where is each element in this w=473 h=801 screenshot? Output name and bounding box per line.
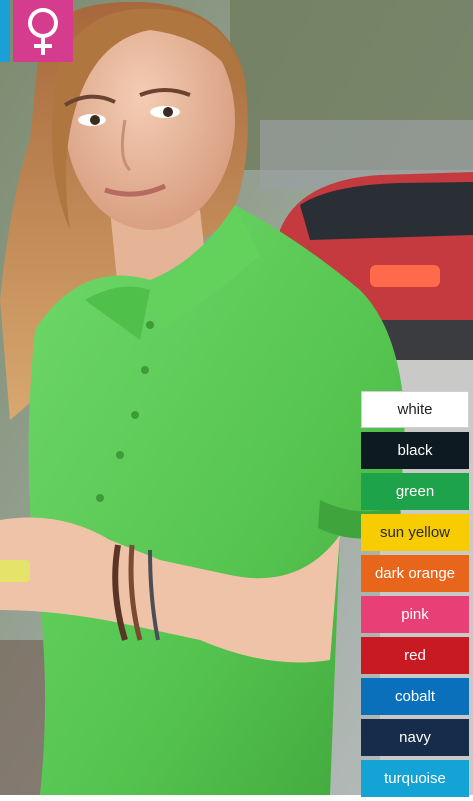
- swatch-dark-orange[interactable]: dark orange: [361, 555, 469, 592]
- swatch-black[interactable]: black: [361, 432, 469, 469]
- swatch-sun-yellow[interactable]: sun yellow: [361, 514, 469, 551]
- swatch-green[interactable]: green: [361, 473, 469, 510]
- color-swatch-list: white black green sun yellow dark orange…: [361, 391, 469, 801]
- female-badge: [13, 0, 73, 62]
- swatch-pink[interactable]: pink: [361, 596, 469, 633]
- swatch-navy[interactable]: navy: [361, 719, 469, 756]
- swatch-red[interactable]: red: [361, 637, 469, 674]
- swatch-white[interactable]: white: [361, 391, 469, 428]
- female-symbol-icon: [28, 8, 58, 55]
- swatch-turquoise[interactable]: turquoise: [361, 760, 469, 797]
- swatch-cobalt[interactable]: cobalt: [361, 678, 469, 715]
- side-badge: [0, 0, 10, 62]
